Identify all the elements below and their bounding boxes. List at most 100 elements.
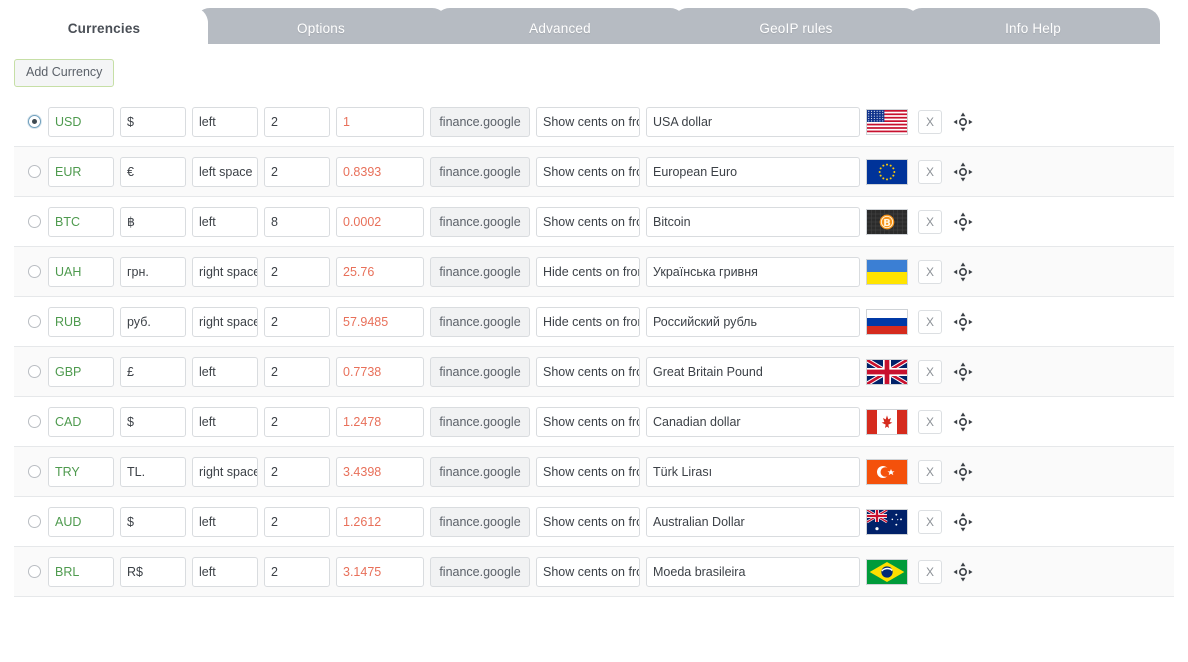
- currency-name-input[interactable]: Canadian dollar: [646, 406, 860, 437]
- tab-info-help[interactable]: Info Help: [906, 8, 1160, 48]
- exchange-rate-input[interactable]: 1: [336, 106, 424, 137]
- rate-source-button[interactable]: finance.google: [430, 256, 530, 287]
- currency-code-input[interactable]: USD: [48, 106, 114, 137]
- rate-source-button[interactable]: finance.google: [430, 106, 530, 137]
- exchange-rate-input[interactable]: 0.0002: [336, 206, 424, 237]
- currency-symbol-input[interactable]: $: [120, 106, 186, 137]
- decimals-input[interactable]: 2: [264, 456, 330, 487]
- currency-name-input[interactable]: Türk Lirası: [646, 456, 860, 487]
- decimals-input[interactable]: 2: [264, 556, 330, 587]
- cents-display-input[interactable]: Show cents on front: [536, 556, 640, 587]
- delete-currency-button[interactable]: X: [918, 359, 942, 384]
- currency-symbol-input[interactable]: руб.: [120, 306, 186, 337]
- decimals-input[interactable]: 2: [264, 406, 330, 437]
- exchange-rate-input[interactable]: 0.7738: [336, 356, 424, 387]
- delete-currency-button[interactable]: X: [918, 209, 942, 234]
- move-handle-icon[interactable]: [952, 161, 974, 183]
- move-handle-icon[interactable]: [952, 311, 974, 333]
- decimals-input[interactable]: 2: [264, 506, 330, 537]
- symbol-position-input[interactable]: right space: [192, 456, 258, 487]
- currency-code-input[interactable]: TRY: [48, 456, 114, 487]
- move-handle-icon[interactable]: [952, 561, 974, 583]
- currency-name-input[interactable]: Российский рубль: [646, 306, 860, 337]
- exchange-rate-input[interactable]: 1.2478: [336, 406, 424, 437]
- rate-source-button[interactable]: finance.google: [430, 306, 530, 337]
- currency-symbol-input[interactable]: ฿: [120, 206, 186, 237]
- cents-display-input[interactable]: Show cents on front: [536, 156, 640, 187]
- currency-name-input[interactable]: European Euro: [646, 156, 860, 187]
- delete-currency-button[interactable]: X: [918, 309, 942, 334]
- delete-currency-button[interactable]: X: [918, 159, 942, 184]
- default-currency-radio[interactable]: [27, 115, 41, 128]
- cents-display-input[interactable]: Show cents on front: [536, 106, 640, 137]
- default-currency-radio[interactable]: [27, 515, 41, 528]
- default-currency-radio[interactable]: [27, 465, 41, 478]
- tab-currencies[interactable]: Currencies: [0, 8, 208, 48]
- rate-source-button[interactable]: finance.google: [430, 556, 530, 587]
- currency-code-input[interactable]: CAD: [48, 406, 114, 437]
- cents-display-input[interactable]: Show cents on front: [536, 456, 640, 487]
- currency-symbol-input[interactable]: TL.: [120, 456, 186, 487]
- currency-code-input[interactable]: UAH: [48, 256, 114, 287]
- move-handle-icon[interactable]: [952, 211, 974, 233]
- delete-currency-button[interactable]: X: [918, 109, 942, 134]
- currency-code-input[interactable]: BRL: [48, 556, 114, 587]
- exchange-rate-input[interactable]: 57.9485: [336, 306, 424, 337]
- rate-source-button[interactable]: finance.google: [430, 206, 530, 237]
- move-handle-icon[interactable]: [952, 511, 974, 533]
- default-currency-radio[interactable]: [27, 365, 41, 378]
- currency-symbol-input[interactable]: R$: [120, 556, 186, 587]
- exchange-rate-input[interactable]: 3.4398: [336, 456, 424, 487]
- decimals-input[interactable]: 2: [264, 106, 330, 137]
- currency-code-input[interactable]: GBP: [48, 356, 114, 387]
- currency-name-input[interactable]: USA dollar: [646, 106, 860, 137]
- currency-code-input[interactable]: EUR: [48, 156, 114, 187]
- tab-options[interactable]: Options: [194, 8, 448, 48]
- default-currency-radio[interactable]: [27, 265, 41, 278]
- move-handle-icon[interactable]: [952, 361, 974, 383]
- currency-symbol-input[interactable]: £: [120, 356, 186, 387]
- move-handle-icon[interactable]: [952, 261, 974, 283]
- currency-symbol-input[interactable]: €: [120, 156, 186, 187]
- currency-symbol-input[interactable]: $: [120, 406, 186, 437]
- tab-geoip-rules[interactable]: GeoIP rules: [672, 8, 920, 48]
- symbol-position-input[interactable]: left: [192, 406, 258, 437]
- exchange-rate-input[interactable]: 25.76: [336, 256, 424, 287]
- delete-currency-button[interactable]: X: [918, 409, 942, 434]
- delete-currency-button[interactable]: X: [918, 459, 942, 484]
- delete-currency-button[interactable]: X: [918, 259, 942, 284]
- currency-code-input[interactable]: BTC: [48, 206, 114, 237]
- rate-source-button[interactable]: finance.google: [430, 406, 530, 437]
- symbol-position-input[interactable]: left space: [192, 156, 258, 187]
- currency-name-input[interactable]: Moeda brasileira: [646, 556, 860, 587]
- delete-currency-button[interactable]: X: [918, 509, 942, 534]
- symbol-position-input[interactable]: left: [192, 506, 258, 537]
- cents-display-input[interactable]: Hide cents on front: [536, 256, 640, 287]
- cents-display-input[interactable]: Show cents on front: [536, 406, 640, 437]
- currency-name-input[interactable]: Bitcoin: [646, 206, 860, 237]
- symbol-position-input[interactable]: right space: [192, 306, 258, 337]
- move-handle-icon[interactable]: [952, 411, 974, 433]
- currency-name-input[interactable]: Australian Dollar: [646, 506, 860, 537]
- currency-name-input[interactable]: Українська гривня: [646, 256, 860, 287]
- symbol-position-input[interactable]: left: [192, 106, 258, 137]
- move-handle-icon[interactable]: [952, 111, 974, 133]
- decimals-input[interactable]: 2: [264, 156, 330, 187]
- symbol-position-input[interactable]: right space: [192, 256, 258, 287]
- rate-source-button[interactable]: finance.google: [430, 506, 530, 537]
- cents-display-input[interactable]: Show cents on front: [536, 206, 640, 237]
- symbol-position-input[interactable]: left: [192, 356, 258, 387]
- symbol-position-input[interactable]: left: [192, 206, 258, 237]
- cents-display-input[interactable]: Show cents on front: [536, 506, 640, 537]
- currency-name-input[interactable]: Great Britain Pound: [646, 356, 860, 387]
- exchange-rate-input[interactable]: 3.1475: [336, 556, 424, 587]
- rate-source-button[interactable]: finance.google: [430, 156, 530, 187]
- default-currency-radio[interactable]: [27, 165, 41, 178]
- exchange-rate-input[interactable]: 0.8393: [336, 156, 424, 187]
- cents-display-input[interactable]: Hide cents on front: [536, 306, 640, 337]
- rate-source-button[interactable]: finance.google: [430, 456, 530, 487]
- currency-code-input[interactable]: RUB: [48, 306, 114, 337]
- decimals-input[interactable]: 2: [264, 356, 330, 387]
- symbol-position-input[interactable]: left: [192, 556, 258, 587]
- default-currency-radio[interactable]: [27, 215, 41, 228]
